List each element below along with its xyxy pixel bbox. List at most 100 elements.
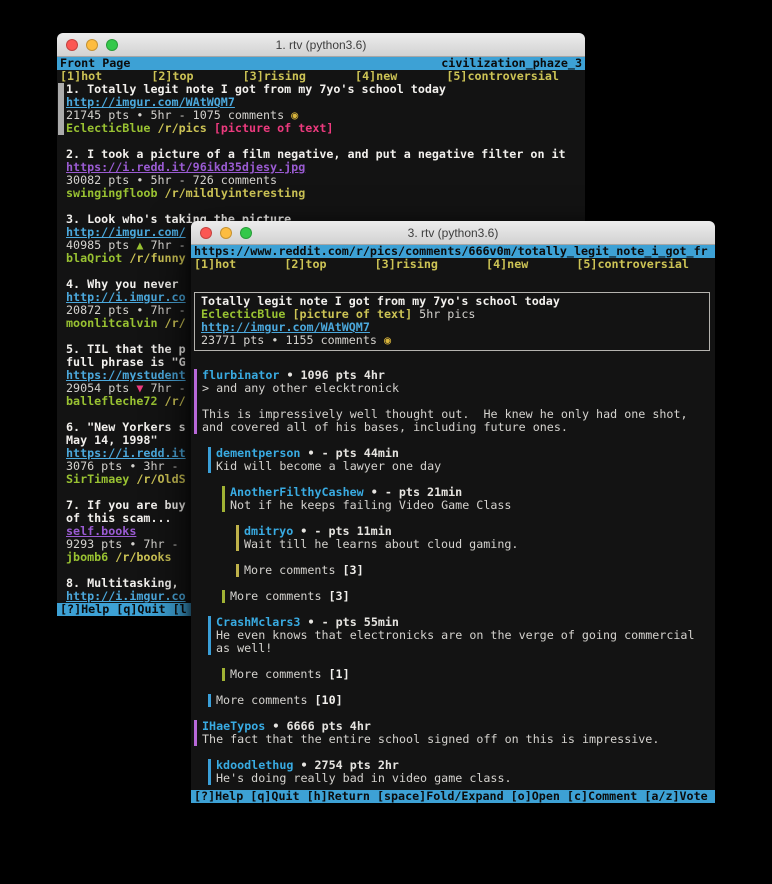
post-url-visited-link[interactable]: self.books (66, 524, 136, 538)
close-button[interactable] (66, 39, 78, 51)
username-link[interactable]: EclecticBlue (66, 121, 150, 135)
more-comments-row[interactable]: More comments [10] (191, 694, 715, 707)
username-link[interactable]: swingingfloob (66, 186, 157, 200)
comment-body-text: More comments (244, 563, 343, 577)
comment-author-link[interactable]: CrashMclars3 (216, 615, 300, 629)
status-bar: [?]Help [q]Quit [h]Return [space]Fold/Ex… (191, 790, 715, 803)
gilded-icon: ◉ (291, 108, 298, 122)
comment-author-link[interactable]: IHaeTypos (202, 719, 265, 733)
post-row[interactable]: EclecticBlue /r/pics [picture of text] (57, 122, 585, 135)
minimize-button[interactable] (86, 39, 98, 51)
subreddit-link[interactable]: /r/OldS (136, 472, 185, 486)
comment-row[interactable]: Not if he keeps failing Video Game Class (191, 499, 715, 512)
meta-text: 30082 pts • 5hr - 726 comments (66, 173, 277, 187)
comment-author-link[interactable]: dementperson (216, 446, 300, 460)
tab-5-controversial[interactable]: [5]controversial (576, 258, 689, 271)
post-title: May 14, 1998" (66, 433, 157, 447)
more-comments-row[interactable]: More comments [1] (191, 668, 715, 681)
tab-1-hot[interactable]: [1]hot (194, 258, 236, 271)
submission-box[interactable]: Totally legit note I got from my 7yo's s… (194, 292, 710, 351)
username-link[interactable]: blaQriot (66, 251, 122, 265)
comment-depth-bar (222, 486, 225, 499)
comment-body-text: Wait till he learns about cloud gaming. (244, 537, 518, 551)
comment-line-text: The fact that the entire school signed o… (202, 733, 659, 746)
comment-row[interactable]: Wait till he learns about cloud gaming. (191, 538, 715, 551)
zoom-button[interactable] (106, 39, 118, 51)
window-titlebar[interactable]: 1. rtv (python3.6) (57, 33, 585, 57)
tab-3-rising[interactable]: [3]rising (375, 258, 438, 271)
comment-row[interactable]: and covered all of his bases, including … (191, 421, 715, 434)
comment-row[interactable]: > and any other elecktronick (191, 382, 715, 395)
close-button[interactable] (200, 227, 212, 239)
more-comments-row[interactable]: More comments [3] (191, 590, 715, 603)
comment-depth-bar (208, 694, 211, 707)
zoom-button[interactable] (240, 227, 252, 239)
comment-depth-bar (208, 447, 211, 460)
comment-line-text: More comments [3] (230, 590, 350, 603)
comment-body-text: More comments (230, 589, 329, 603)
more-comments-row[interactable]: More comments [3] (191, 564, 715, 577)
subreddit-link[interactable]: /r/ (165, 394, 186, 408)
meta-text: 29054 pts (66, 381, 136, 395)
comment-depth-bar (194, 720, 197, 733)
subreddit-link[interactable]: /r/mildlyinteresting (165, 186, 306, 200)
comment-line-text: More comments [1] (230, 668, 350, 681)
subreddit-link[interactable]: /r/pics (158, 121, 207, 135)
subreddit-link[interactable]: /r/books (115, 550, 171, 564)
comment-row[interactable]: as well! (191, 642, 715, 655)
subreddit-link[interactable]: /r/ (165, 316, 186, 330)
traffic-lights (66, 39, 118, 51)
comment-meta: • 6666 pts 4hr (265, 719, 371, 733)
blank-row (191, 271, 715, 284)
comment-line-text: He even knows that electronicks are on t… (216, 629, 694, 642)
subreddit-link[interactable]: /r/funny (129, 251, 185, 265)
comment-depth-bar (208, 759, 211, 772)
post-row[interactable]: swingingfloob /r/mildlyinteresting (57, 187, 585, 200)
post-url-link[interactable]: http://imgur.com/WAtWQM7 (201, 320, 370, 334)
username-link[interactable]: EclecticBlue (201, 307, 285, 321)
post-url-visited-link[interactable]: https://i.redd.it/96ikd35djesy.jpg (66, 160, 305, 174)
comment-depth-bar (236, 525, 239, 538)
comment-depth-bar (208, 629, 211, 642)
post-url-link[interactable]: http://imgur.com/ (66, 225, 186, 239)
window-titlebar[interactable]: 3. rtv (python3.6) (191, 221, 715, 245)
comment-author-link[interactable]: AnotherFilthyCashew (230, 485, 364, 499)
gilded-icon: ◉ (384, 333, 391, 347)
username-link[interactable]: moonlitcalvin (66, 316, 157, 330)
username-link[interactable]: jbomb6 (66, 550, 108, 564)
blank-row (191, 551, 715, 564)
post-title: 4. Why you never (66, 277, 179, 291)
tab-5-controversial[interactable]: [5]controversial (446, 70, 559, 83)
comment-depth-bar (208, 460, 211, 473)
comment-meta: • - pts 44min (300, 446, 399, 460)
comment-line-text: Not if he keeps failing Video Game Class (230, 499, 511, 512)
username-link[interactable]: SirTimaey (66, 472, 129, 486)
post-url-link[interactable]: http://imgur.com/WAtWQM7 (66, 95, 235, 109)
tab-2-top[interactable]: [2]top (284, 258, 326, 271)
comment-row[interactable]: The fact that the entire school signed o… (191, 733, 715, 746)
meta-text: 40985 pts (66, 238, 136, 252)
comment-list: flurbinator • 1096 pts 4hr> and any othe… (191, 369, 715, 785)
post-url-link[interactable]: http://i.imgur.co (66, 589, 186, 603)
comment-depth-bar (194, 408, 197, 421)
minimize-button[interactable] (220, 227, 232, 239)
comment-author-link[interactable]: dmitryo (244, 524, 293, 538)
comment-depth-bar (236, 564, 239, 577)
tab-4-new[interactable]: [4]new (486, 258, 528, 271)
comment-depth-bar (194, 421, 197, 434)
comment-body-text: and covered all of his bases, including … (202, 420, 568, 434)
comment-body-text: as well! (216, 641, 272, 655)
comment-author-link[interactable]: kdoodlethug (216, 758, 293, 772)
comment-depth-bar (236, 538, 239, 551)
blank-row (191, 512, 715, 525)
comment-line-text: He's doing really bad in video game clas… (216, 772, 512, 785)
blank-row (191, 473, 715, 486)
post-url-link[interactable]: http://i.imgur.co (66, 290, 186, 304)
username-link[interactable]: ballefleche72 (66, 394, 157, 408)
comment-row[interactable]: He's doing really bad in video game clas… (191, 772, 715, 785)
comment-row[interactable]: Kid will become a lawyer one day (191, 460, 715, 473)
post-url-link[interactable]: https://mystudent (66, 368, 186, 382)
meta-text (157, 186, 164, 200)
comment-author-link[interactable]: flurbinator (202, 368, 279, 382)
post-url-link[interactable]: https://i.redd.it (66, 446, 186, 460)
